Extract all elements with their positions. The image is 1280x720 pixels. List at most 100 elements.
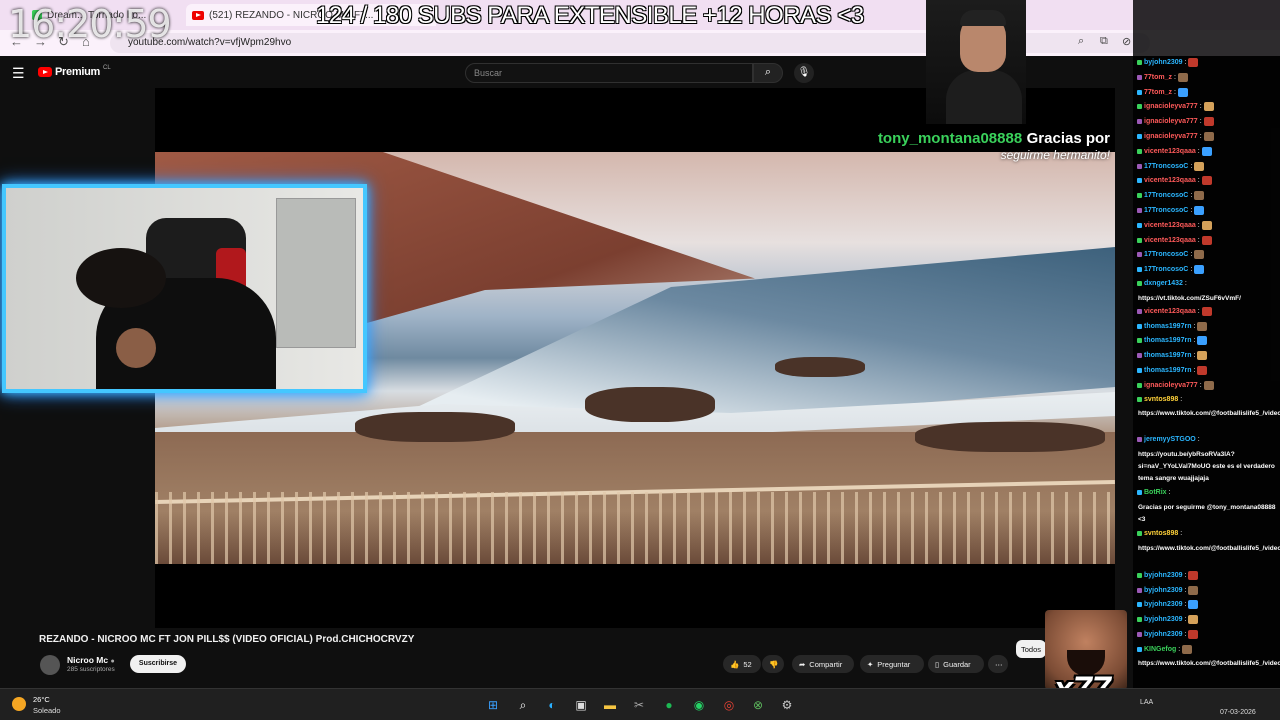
- chat-username[interactable]: thomas1997rn: [1144, 367, 1191, 374]
- like-button[interactable]: 👍 52: [723, 655, 761, 673]
- chat-username[interactable]: byjohn2309: [1144, 59, 1183, 66]
- chat-username[interactable]: byjohn2309: [1144, 572, 1183, 579]
- chat-username[interactable]: ignacioleyva777: [1144, 103, 1198, 110]
- chat-badge-icon: [1137, 148, 1142, 154]
- chat-username[interactable]: svntos898: [1144, 396, 1178, 403]
- chat-username[interactable]: 17TroncosoC: [1144, 192, 1188, 199]
- chat-username[interactable]: byjohn2309: [1144, 601, 1183, 608]
- chat-username[interactable]: 17TroncosoC: [1144, 266, 1188, 273]
- chat-username[interactable]: thomas1997rn: [1144, 337, 1191, 344]
- chat-colon: :: [1184, 601, 1187, 609]
- chat-colon: :: [1197, 221, 1200, 229]
- sun-icon[interactable]: [12, 697, 26, 711]
- save-button[interactable]: ▯ Guardar: [928, 655, 984, 673]
- thumbs-down-icon: 👎: [769, 659, 779, 669]
- chat-username[interactable]: vicente123qaaa: [1144, 148, 1196, 155]
- logo-text: Premium: [55, 66, 100, 78]
- input-language[interactable]: LAA: [1140, 699, 1153, 706]
- chat-username[interactable]: 77tom_z: [1144, 89, 1172, 96]
- zoom-icon[interactable]: ⌕: [1078, 35, 1084, 48]
- chat-username[interactable]: 17TroncosoC: [1144, 251, 1188, 258]
- tracking-icon[interactable]: ⊘: [1122, 35, 1131, 48]
- chat-username[interactable]: jeremyySTGOO: [1144, 436, 1196, 443]
- chat-username[interactable]: KINGefog: [1144, 646, 1176, 653]
- search-taskbar-icon[interactable]: ⌕: [514, 696, 532, 714]
- ask-label: Preguntar: [877, 659, 911, 669]
- chat-username[interactable]: BotRix: [1144, 489, 1167, 496]
- chat-username[interactable]: byjohn2309: [1144, 631, 1183, 638]
- chat-username[interactable]: ignacioleyva777: [1144, 118, 1198, 125]
- chip-all[interactable]: Todos: [1016, 640, 1046, 658]
- chat-message: 17TroncosoC :: [1137, 161, 1205, 171]
- more-actions-button[interactable]: ⋯: [988, 655, 1008, 673]
- chat-colon: :: [1197, 307, 1200, 315]
- chat-colon: :: [1190, 192, 1193, 200]
- sub-goal-text: 124 / 180 SUBS PARA EXTENSIBLE +12 HORAS…: [316, 2, 864, 29]
- chat-message-text[interactable]: https://www.tiktok.com/@footballislife5_…: [1138, 658, 1280, 670]
- chat-username[interactable]: ignacioleyva777: [1144, 133, 1198, 140]
- channel-name[interactable]: Nicroo Mc ●: [67, 655, 115, 665]
- chat-username[interactable]: vicente123qaaa: [1144, 308, 1196, 315]
- chat-message-text[interactable]: https://vt.tiktok.com/ZSuF6vVmF/: [1138, 293, 1278, 305]
- chat-message-text[interactable]: https://www.tiktok.com/@footballislife5_…: [1138, 408, 1280, 420]
- ask-button[interactable]: ✦ Preguntar: [860, 655, 924, 673]
- chat-username[interactable]: 77tom_z: [1144, 74, 1172, 81]
- channel-avatar[interactable]: [40, 655, 60, 675]
- chat-badge-icon: [1137, 632, 1142, 637]
- share-button[interactable]: ➦ Compartir: [792, 655, 854, 673]
- chat-badge-icon: [1137, 193, 1142, 199]
- snipping-icon[interactable]: ✂: [630, 696, 648, 714]
- chat-username[interactable]: 17TroncosoC: [1144, 163, 1188, 170]
- webcam-person-body: [946, 70, 1022, 124]
- search-input[interactable]: Buscar: [465, 63, 753, 83]
- chat-message-text[interactable]: https://youtu.be/ybRsoRVa3lA?si=naV_YYoL…: [1138, 449, 1278, 485]
- chat-message: vicente123qaaa :: [1137, 146, 1212, 156]
- chat-colon: :: [1199, 133, 1202, 140]
- chat-username[interactable]: vicente123qaaa: [1144, 177, 1196, 184]
- edge-icon[interactable]: ◐: [543, 696, 561, 714]
- chat-emote-icon: [1201, 306, 1212, 316]
- windows-start-icon[interactable]: ⊞: [484, 696, 502, 714]
- file-explorer-icon[interactable]: ▬: [601, 696, 619, 714]
- thumbs-up-icon: 👍: [730, 659, 740, 669]
- chat-badge-icon: [1137, 572, 1142, 578]
- chat-username[interactable]: thomas1997rn: [1144, 352, 1191, 359]
- chat-username[interactable]: byjohn2309: [1144, 587, 1183, 594]
- stream-chat[interactable]: byjohn2309 :77tom_z :77tom_z : ignacioley…: [1133, 0, 1280, 720]
- chat-username[interactable]: dxnger1432: [1144, 280, 1183, 287]
- chrome-icon[interactable]: ◎: [720, 696, 738, 714]
- chat-colon: :: [1180, 530, 1183, 537]
- dislike-button[interactable]: 👎: [762, 655, 784, 673]
- settings-gear-icon[interactable]: ⚙: [778, 696, 796, 714]
- search-icon[interactable]: ⌕: [753, 63, 783, 83]
- chat-message-text[interactable]: Gracias por seguirme @tony_montana08888 …: [1138, 502, 1278, 526]
- chat-message-text[interactable]: https://www.tiktok.com/@footballislife5_…: [1138, 543, 1280, 555]
- chat-message: 77tom_z :: [1137, 87, 1188, 97]
- subscribe-button[interactable]: Suscribirse: [130, 655, 186, 673]
- chat-username[interactable]: vicente123qaaa: [1144, 222, 1196, 229]
- chat-username[interactable]: vicente123qaaa: [1144, 237, 1196, 244]
- chat-username[interactable]: thomas1997rn: [1144, 323, 1191, 330]
- microphone-icon[interactable]: 🎙: [794, 63, 814, 83]
- chat-username[interactable]: byjohn2309: [1144, 616, 1183, 623]
- spotify-icon[interactable]: ●: [660, 696, 678, 714]
- chat-message: thomas1997rn :: [1137, 321, 1208, 331]
- store-icon[interactable]: ▣: [572, 696, 590, 714]
- chat-username[interactable]: 17TroncosoC: [1144, 207, 1188, 214]
- chat-colon: :: [1184, 616, 1187, 624]
- chat-badge-icon: [1137, 617, 1142, 623]
- chat-colon: :: [1184, 586, 1187, 594]
- hamburger-menu-icon[interactable]: ☰: [12, 65, 25, 82]
- open-app-icon[interactable]: ⧉: [1100, 35, 1108, 48]
- video-rock: [355, 412, 515, 442]
- chat-username[interactable]: ignacioleyva777: [1144, 382, 1198, 389]
- xbox-icon[interactable]: ⊗: [749, 696, 767, 714]
- share-label: Compartir: [809, 659, 843, 669]
- whatsapp-icon[interactable]: ◉: [690, 696, 708, 714]
- chat-message: jeremyySTGOO :: [1137, 436, 1200, 443]
- youtube-logo[interactable]: Premium CL: [38, 65, 111, 78]
- chat-colon: :: [1184, 631, 1187, 638]
- chat-message: vicente123qaaa :: [1137, 220, 1212, 230]
- stream-clock: 16:20:59: [8, 2, 172, 46]
- chat-username[interactable]: svntos898: [1144, 530, 1178, 537]
